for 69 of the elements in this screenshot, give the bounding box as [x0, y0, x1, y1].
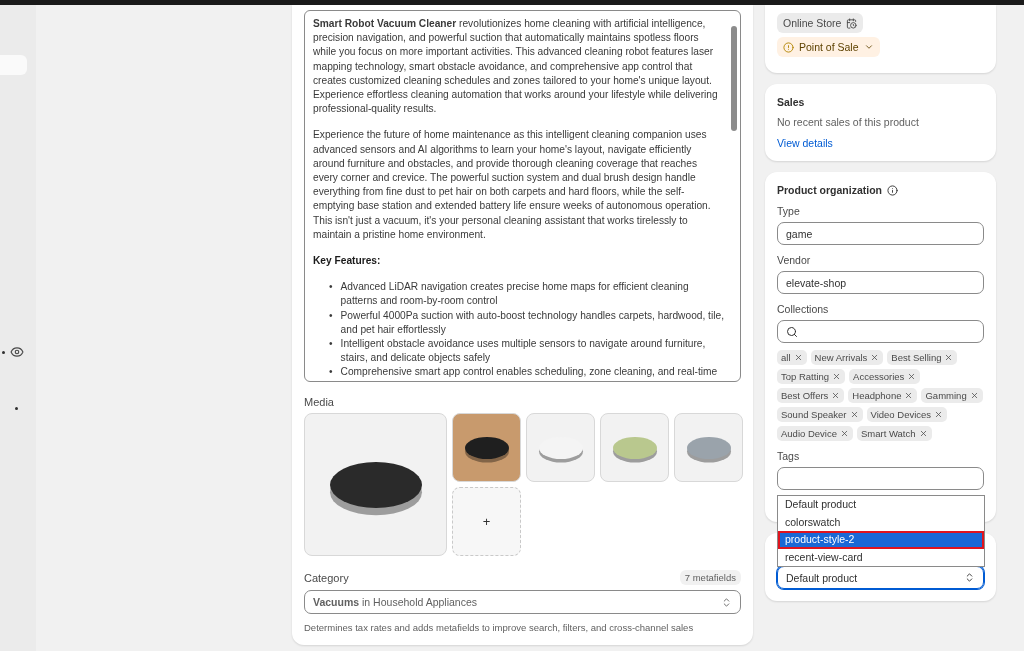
feature-item: Powerful 4000Pa suction with auto-boost technology handles carpets, hardwood, tile, and pet hair effortlessly — [340, 308, 724, 337]
chevrons-icon — [721, 596, 732, 608]
bullet-marker: • — [329, 365, 333, 380]
collection-tag[interactable]: all — [777, 350, 807, 365]
collection-tag[interactable]: Video Devices — [866, 407, 948, 422]
tags-label: Tags — [777, 450, 800, 462]
category-help-text: Determines tax rates and adds metafields to improve search, filters, and cross-channel sales — [304, 622, 695, 633]
collection-tag[interactable]: Top Ratting — [777, 369, 846, 384]
collection-tag[interactable]: New Arrivals — [810, 350, 884, 365]
metafields-count: 7 metafields — [679, 570, 741, 585]
collection-tag[interactable]: Audio Device — [777, 426, 853, 441]
dot-icon — [2, 351, 5, 354]
description-paragraph: Experience the future of home maintenance as this intelligent cleaning companion uses advanced sensors and AI algorithms to learn your home's layout, navigate efficiently around furniture and obstacles, and provide thorough cleaning coverage that reaches every corner and crevice. The powerful suction system and dual brush design handle everything from fine dust to pet hair on both carpets and hard floors, while the self-emptying base station and extended battery life ensure weeks of autonomous operation. This isn't just a vacuum, it's your personal cleaning assistant that works tirelessly to maintain a pristine home environment. — [313, 128, 712, 242]
remove-icon[interactable] — [934, 410, 944, 419]
info-icon[interactable] — [887, 184, 898, 196]
template-option[interactable]: product-style-2 — [778, 531, 984, 549]
bullet-marker: • — [329, 280, 333, 295]
dot-icon — [15, 407, 18, 410]
product-photo[interactable] — [304, 413, 447, 556]
features-heading: Key Features: — [313, 254, 382, 269]
collection-tag[interactable]: Best Selling — [887, 350, 958, 365]
remove-icon[interactable] — [832, 372, 842, 381]
remove-icon[interactable] — [904, 391, 914, 400]
search-icon — [786, 325, 798, 338]
chevrons-icon — [964, 572, 975, 583]
collection-tag[interactable]: Headphone — [848, 388, 918, 403]
category-label: Category — [304, 571, 349, 584]
collections-search-field[interactable] — [777, 320, 984, 343]
alert-icon — [783, 41, 794, 53]
feature-item: Intelligent obstacle avoidance uses multiple sensors to navigate around furniture, stairs, and delicate objects safely — [340, 337, 707, 366]
calendar-clock-icon — [846, 17, 858, 29]
vendor-field[interactable]: elevate-shop — [777, 271, 984, 294]
add-media-button[interactable]: + — [452, 487, 521, 556]
remove-icon[interactable] — [793, 353, 803, 362]
sales-title: Sales — [777, 96, 805, 108]
chevron-down-icon — [863, 42, 874, 52]
eye-icon[interactable] — [10, 345, 24, 359]
remove-icon[interactable] — [831, 391, 841, 400]
type-field[interactable]: game — [777, 222, 984, 245]
remove-icon[interactable] — [944, 353, 954, 362]
collection-tag[interactable]: Smart Watch — [857, 426, 932, 441]
bullet-marker: • — [329, 308, 333, 323]
sales-text: No recent sales of this product — [777, 116, 919, 128]
media-label: Media — [304, 396, 335, 408]
type-label: Type — [777, 205, 800, 217]
collection-tag[interactable]: Gamming — [921, 388, 983, 403]
collection-tag[interactable]: Best Offers — [777, 388, 845, 403]
description-editor[interactable] — [304, 10, 741, 382]
collection-tag[interactable]: Sound Speaker — [777, 407, 863, 422]
tags-field[interactable] — [777, 467, 984, 490]
remove-icon[interactable] — [907, 372, 917, 381]
remove-icon[interactable] — [969, 391, 979, 400]
product-photo[interactable] — [452, 413, 521, 482]
feature-item: Comprehensive smart app control enables scheduling, zone cleaning, and real-time — [340, 365, 718, 380]
channel-chip[interactable]: Online Store — [777, 13, 864, 33]
remove-icon[interactable] — [849, 410, 859, 419]
bullet-marker: • — [329, 337, 333, 352]
remove-icon[interactable] — [870, 353, 880, 362]
view-details-link[interactable]: View details — [777, 137, 833, 149]
organization-title: Product organization — [777, 184, 882, 196]
category-select[interactable]: Vacuums in Household Appliances — [304, 590, 741, 614]
vendor-label: Vendor — [777, 254, 811, 266]
collection-tag[interactable]: Accessories — [849, 369, 921, 384]
feature-item: Advanced LiDAR navigation creates precise home maps for efficient cleaning patterns and room-by-room control — [340, 280, 690, 309]
description-paragraph: Smart Robot Vacuum Cleaner revolutionizes home cleaning with artificial intelligence, precision navigation, and powerful suction that automatically maintains spotless floors while you focus on more important activities. This advanced cleaning robot features laser mapping technology, smart obstacle avoidance, and comprehensive app control that creates customized cleaning schedules and zones tailored to your home's unique layout. Experience effortless cleaning automation that works around your lifestyle while delivering professional-quality results. — [313, 17, 719, 117]
remove-icon[interactable] — [840, 429, 849, 438]
channel-chip[interactable]: Point of Sale — [777, 37, 880, 57]
collections-label: Collections — [777, 303, 829, 315]
remove-icon[interactable] — [918, 429, 928, 438]
